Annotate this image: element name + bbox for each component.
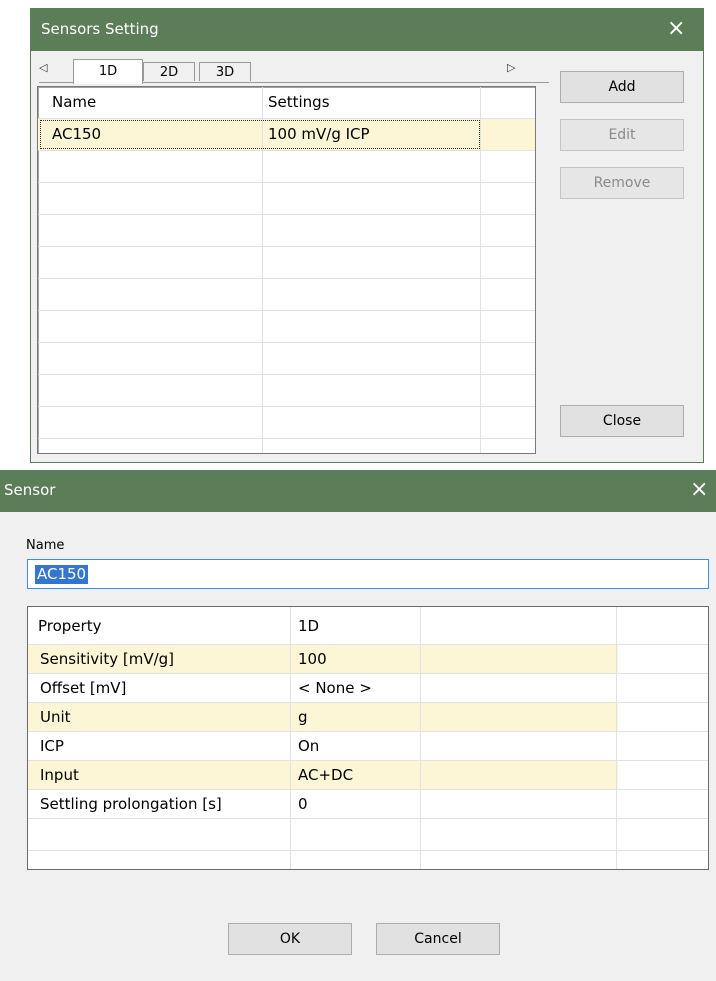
table-row-empty	[38, 407, 535, 439]
sensor-dialog: Sensor × Name AC150 Property 1D Sensitiv…	[0, 470, 716, 981]
table-row-empty	[38, 311, 535, 343]
table-row-empty	[38, 183, 535, 215]
close-button[interactable]: Close	[560, 405, 684, 437]
column-divider[interactable]	[420, 607, 421, 869]
tab-scroll-left-icon[interactable]: ◁	[39, 61, 47, 74]
window-title: Sensors Setting	[41, 20, 159, 38]
property-grid: Property 1D Sensitivity [mV/g] 100 Offse…	[27, 606, 709, 870]
sensors-table: Name Settings AC150 100 mV/g ICP	[37, 86, 536, 454]
table-row-empty	[38, 215, 535, 247]
table-header-row: Name Settings	[38, 87, 535, 119]
row-highlight	[28, 703, 618, 731]
tab-2d[interactable]: 2D	[143, 62, 195, 81]
close-icon[interactable]: ×	[690, 477, 708, 503]
tab-strip: ◁ 1D 2D 3D ▷	[39, 59, 549, 84]
property-value[interactable]: < None >	[298, 674, 372, 702]
table-row[interactable]: AC150 100 mV/g ICP	[38, 119, 535, 151]
sensor-settings-cell: 100 mV/g ICP	[268, 125, 370, 143]
column-divider[interactable]	[480, 87, 481, 453]
table-row-empty	[38, 151, 535, 183]
property-row[interactable]: Offset [mV] < None >	[28, 674, 708, 703]
name-label: Name	[26, 538, 65, 553]
column-header-property[interactable]: Property	[38, 612, 101, 640]
column-divider[interactable]	[616, 607, 617, 869]
tab-scroll-right-icon[interactable]: ▷	[507, 61, 515, 74]
property-row[interactable]: Settling prolongation [s] 0	[28, 790, 708, 819]
remove-button[interactable]: Remove	[560, 167, 684, 199]
property-value[interactable]: 100	[298, 645, 327, 673]
table-row-empty	[38, 279, 535, 311]
property-value[interactable]: 0	[298, 790, 308, 818]
name-input[interactable]: AC150	[27, 559, 709, 589]
property-name: ICP	[40, 737, 64, 755]
title-bar[interactable]: Sensors Setting ×	[31, 9, 703, 51]
close-icon[interactable]: ×	[667, 16, 685, 42]
property-row-empty	[28, 819, 708, 851]
tab-1d[interactable]: 1D	[73, 59, 143, 84]
property-name: Sensitivity [mV/g]	[40, 650, 175, 668]
edit-button[interactable]: Edit	[560, 119, 684, 151]
column-divider[interactable]	[262, 87, 263, 453]
cancel-button[interactable]: Cancel	[376, 923, 500, 955]
property-row[interactable]: Sensitivity [mV/g] 100	[28, 645, 708, 674]
property-name: Settling prolongation [s]	[40, 795, 222, 813]
sensors-setting-window: Sensors Setting × ◁ 1D 2D 3D ▷ Name Sett…	[30, 8, 704, 463]
name-input-selected-text: AC150	[35, 565, 89, 584]
property-value[interactable]: On	[298, 732, 319, 760]
table-row-empty	[38, 343, 535, 375]
property-row[interactable]: Input AC+DC	[28, 761, 708, 790]
property-name: Input	[40, 766, 79, 784]
property-row[interactable]: Unit g	[28, 703, 708, 732]
property-value[interactable]: AC+DC	[298, 761, 353, 789]
table-row-empty	[38, 375, 535, 407]
tab-3d[interactable]: 3D	[199, 62, 251, 81]
property-row[interactable]: ICP On	[28, 732, 708, 761]
ok-button[interactable]: OK	[228, 923, 352, 955]
property-name: Offset [mV]	[40, 679, 127, 697]
property-name: Unit	[40, 708, 71, 726]
column-header-1d[interactable]: 1D	[298, 612, 319, 640]
column-divider[interactable]	[290, 607, 291, 869]
property-value[interactable]: g	[298, 703, 308, 731]
dialog-title: Sensor	[4, 481, 56, 499]
add-button[interactable]: Add	[560, 71, 684, 103]
property-grid-header: Property 1D	[28, 607, 708, 645]
table-row-empty	[38, 247, 535, 279]
column-header-name[interactable]: Name	[52, 87, 96, 118]
title-bar[interactable]: Sensor ×	[0, 470, 716, 512]
column-header-settings[interactable]: Settings	[268, 87, 330, 118]
focus-rectangle	[40, 120, 480, 149]
sensor-name-cell: AC150	[52, 125, 102, 143]
